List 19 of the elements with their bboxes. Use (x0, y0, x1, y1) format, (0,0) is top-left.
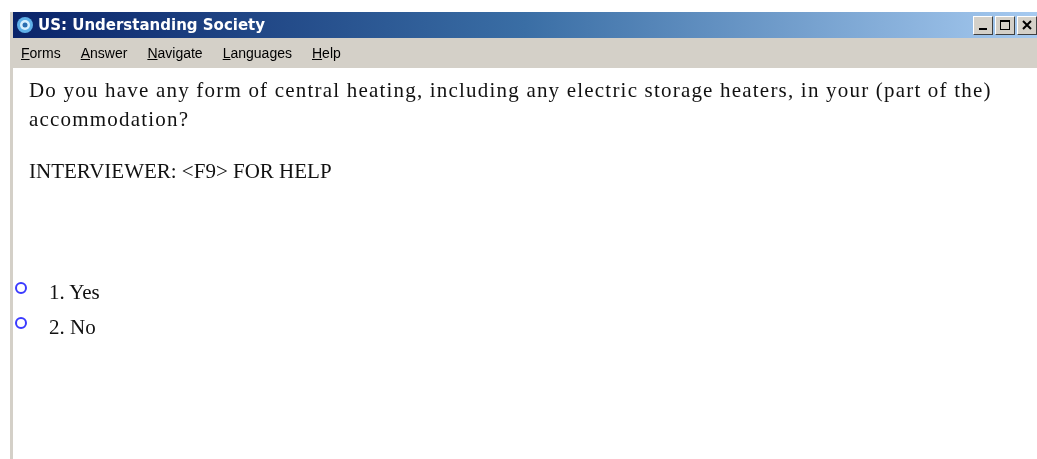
maximize-button[interactable] (995, 15, 1015, 35)
question-text: Do you have any form of central heating, including any electric storage heaters, in your (part of the) accommodation? (29, 77, 993, 134)
close-icon (1022, 20, 1032, 30)
option-label: 1. Yes (49, 279, 100, 305)
window-title: US: Understanding Society (38, 16, 266, 34)
menu-item[interactable]: Forms (21, 45, 61, 61)
minimize-button[interactable] (973, 15, 993, 35)
app-icon (16, 16, 34, 34)
radio-button[interactable] (15, 282, 27, 295)
menu-item[interactable]: Help (312, 45, 341, 61)
minimize-icon (979, 28, 987, 30)
menu-item[interactable]: Languages (222, 45, 292, 61)
maximize-icon (1000, 20, 1010, 30)
radio-button[interactable] (15, 317, 27, 330)
close-button[interactable] (1017, 15, 1037, 35)
menu-item[interactable]: Navigate (147, 45, 203, 61)
option-label: 2. No (49, 314, 96, 340)
menu-item[interactable]: Answer (80, 45, 128, 61)
interviewer-instruction: INTERVIEWER: <F9> FOR HELP (29, 158, 333, 184)
